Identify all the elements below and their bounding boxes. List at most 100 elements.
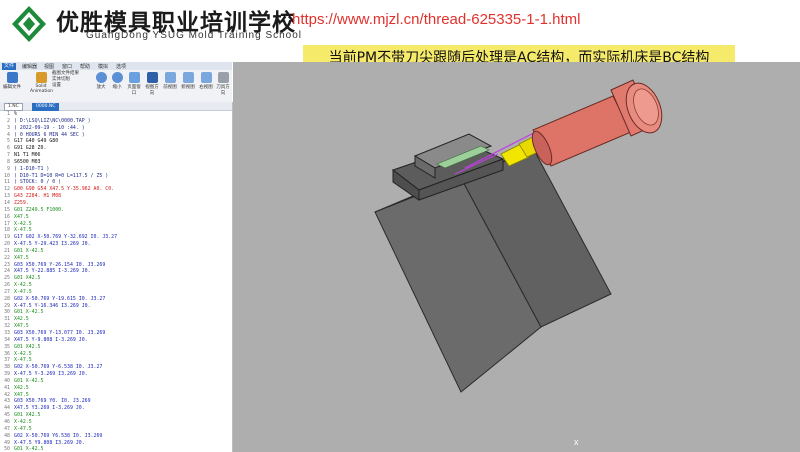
code-line[interactable]: 46 X-42.5 <box>0 419 232 426</box>
zoom-in-button[interactable]: 放大 <box>94 72 108 90</box>
code-line[interactable]: 28 G02 X-50.769 Y-19.615 I0. J3.27 <box>0 296 232 303</box>
line-number: 38 <box>4 364 10 371</box>
code-line[interactable]: 15 G01 Z249.5 F1000. <box>0 207 232 214</box>
code-line[interactable]: 16 X47.5 <box>0 214 232 221</box>
code-line[interactable]: 13 G43 Z284. H1 M08 <box>0 193 232 200</box>
line-number: 21 <box>4 247 10 254</box>
code-line[interactable]: 23 G03 X50.769 Y-26.154 I0. J3.269 <box>0 262 232 269</box>
code-line[interactable]: 29 X-47.5 Y-16.346 I3.269 J0. <box>0 303 232 310</box>
code-line[interactable]: 34 X47.5 Y-9.808 I-3.269 J0. <box>0 337 232 344</box>
zoom-in-icon <box>95 72 107 83</box>
code-line[interactable]: 6 G91 G28 Z0. <box>0 145 232 152</box>
tab-file-0000nc[interactable]: 0000.NC <box>32 103 60 111</box>
code-line[interactable]: 35 G01 X42.5 <box>0 344 232 351</box>
code-text: G02 X-50.769 Y6.538 I0. J3.269 <box>14 432 103 439</box>
tool-direction-button[interactable]: 刀具方向 <box>215 72 231 96</box>
code-text: X-47.5 <box>14 227 32 234</box>
top-view-button[interactable]: 俯视图 <box>180 72 196 90</box>
code-line[interactable]: 41 X42.5 <box>0 385 232 392</box>
tab-help[interactable]: 帮助 <box>80 63 90 70</box>
line-number: 18 <box>4 227 10 234</box>
code-text: G01 X42.5 <box>14 343 41 350</box>
code-text: ( STOCK: 0 / 0 ) <box>14 179 62 186</box>
page-window-icon <box>128 72 140 83</box>
view-orientation-button[interactable]: 视图方向 <box>144 72 160 96</box>
line-number: 32 <box>4 323 10 330</box>
code-line[interactable]: 30 G01 X-42.5 <box>0 309 232 316</box>
code-line[interactable]: 48 G02 X-50.769 Y6.538 I0. J3.269 <box>0 433 232 440</box>
right-view-button[interactable]: 右视图 <box>198 72 214 90</box>
code-text: ( 1-D10-T1 ) <box>14 165 50 172</box>
zoom-out-button[interactable]: 缩小 <box>110 72 124 90</box>
line-number: 9 <box>7 165 10 172</box>
code-line[interactable]: 44 X47.5 Y3.269 I-3.269 J0. <box>0 405 232 412</box>
line-number: 41 <box>4 384 10 391</box>
code-line[interactable]: 39 X-47.5 Y-3.269 I3.269 J0. <box>0 371 232 378</box>
code-text: G01 Z249.5 F1000. <box>14 206 65 213</box>
code-line[interactable]: 18 X-47.5 <box>0 227 232 234</box>
tab-editor[interactable]: 编辑器 <box>22 63 37 70</box>
code-line[interactable]: 40 G01 X-42.5 <box>0 378 232 385</box>
code-line[interactable]: 47 X-47.5 <box>0 426 232 433</box>
code-listing[interactable]: 1% 2( D:\LSQ\LIZ\NC\0000.TAP ) 3( 2022-09-… <box>0 111 232 452</box>
simulation-viewport[interactable]: x <box>233 62 800 452</box>
code-line[interactable]: 32 X47.5 <box>0 323 232 330</box>
code-line[interactable]: 2 ( D:\LSQ\LIZ\NC\0000.TAP ) <box>0 118 232 125</box>
tab-window[interactable]: 窗口 <box>62 63 72 70</box>
tab-simulate[interactable]: 模拟 <box>98 63 108 70</box>
code-line[interactable]: 4 ( 0 HOURS 6 MIN 44 SEC ) <box>0 132 232 139</box>
code-line[interactable]: 43 G03 X50.769 Y0. I0. J3.269 <box>0 398 232 405</box>
tab-options[interactable]: 选项 <box>116 63 126 70</box>
code-line[interactable]: 24 X47.5 Y-22.885 I-3.269 J0. <box>0 268 232 275</box>
code-text: G03 X50.769 Y-26.154 I0. J3.269 <box>14 261 106 268</box>
line-number: 50 <box>4 446 10 452</box>
tab-file[interactable]: 文件 <box>2 63 16 70</box>
code-line[interactable]: 31 X42.5 <box>0 316 232 323</box>
edit-file-button[interactable]: 编辑文件 <box>3 72 21 90</box>
code-line[interactable]: 33 G03 X50.769 Y-13.077 I0. J3.269 <box>0 330 232 337</box>
code-text: X47.5 <box>14 254 29 261</box>
code-line[interactable]: 36 X-42.5 <box>0 351 232 358</box>
line-number: 5 <box>7 138 10 145</box>
code-line[interactable]: 9 ( 1-D10-T1 ) <box>0 166 232 173</box>
line-number: 24 <box>4 268 10 275</box>
code-text: G00 G90 G54 X47.5 Y-35.962 A0. C0. <box>14 186 115 193</box>
page-window-button[interactable]: 页面窗口 <box>126 72 142 96</box>
code-line[interactable]: 10 ( D10-T1 D=10 R=0 L=117.5 / Z5 ) <box>0 173 232 180</box>
code-line[interactable]: 42 X47.5 <box>0 392 232 399</box>
code-line[interactable]: 50 G01 X-42.5 <box>0 446 232 452</box>
code-line[interactable]: 17 X-42.5 <box>0 221 232 228</box>
code-line[interactable]: 19 G17 G02 X-50.769 Y-32.692 I0. J3.27 <box>0 234 232 241</box>
code-line[interactable]: 26 X-42.5 <box>0 282 232 289</box>
code-line[interactable]: 37 X-47.5 <box>0 357 232 364</box>
thread-url-link[interactable]: https://www.mjzl.cn/thread-625335-1-1.ht… <box>292 11 580 28</box>
code-line[interactable]: 7 N1 T1 M06 <box>0 152 232 159</box>
line-number: 23 <box>4 261 10 268</box>
solid-animation-button[interactable]: Solid Animation <box>30 72 53 94</box>
code-line[interactable]: 11 ( STOCK: 0 / 0 ) <box>0 179 232 186</box>
code-line[interactable]: 1% <box>0 111 232 118</box>
code-line[interactable]: 25 G01 X42.5 <box>0 275 232 282</box>
code-line[interactable]: 38 G02 X-50.769 Y-6.538 I0. J3.27 <box>0 364 232 371</box>
code-line[interactable]: 22 X47.5 <box>0 255 232 262</box>
code-line[interactable]: 27 X-47.5 <box>0 289 232 296</box>
menu-item-settings[interactable]: 设置 <box>52 83 79 89</box>
code-line[interactable]: 8 S6500 M03 <box>0 159 232 166</box>
code-line[interactable]: 3 ( 2022-09-19 - 10 :44. ) <box>0 125 232 132</box>
code-line[interactable]: 21 G01 X-42.5 <box>0 248 232 255</box>
line-number: 43 <box>4 398 10 405</box>
code-line[interactable]: 45 G01 X42.5 <box>0 412 232 419</box>
ribbon-tab-bar: 文件 编辑器 视图 窗口 帮助 模拟 选项 <box>0 62 232 70</box>
line-number: 10 <box>4 172 10 179</box>
front-view-button[interactable]: 前视图 <box>162 72 178 90</box>
code-line[interactable]: 12 G00 G90 G54 X47.5 Y-35.962 A0. C0. <box>0 186 232 193</box>
tab-view[interactable]: 视图 <box>44 63 54 70</box>
line-number: 1 <box>7 111 10 117</box>
code-line[interactable]: 14 Z259. <box>0 200 232 207</box>
code-line[interactable]: 20 X-47.5 Y-29.423 I3.269 J0. <box>0 241 232 248</box>
code-line[interactable]: 5 G17 G40 G49 G80 <box>0 138 232 145</box>
code-text: G02 X-50.769 Y-19.615 I0. J3.27 <box>14 295 106 302</box>
tab-file-1nc[interactable]: 1.NC <box>4 103 23 111</box>
code-line[interactable]: 49 X-47.5 Y9.808 I3.269 J0. <box>0 440 232 447</box>
line-number: 30 <box>4 309 10 316</box>
